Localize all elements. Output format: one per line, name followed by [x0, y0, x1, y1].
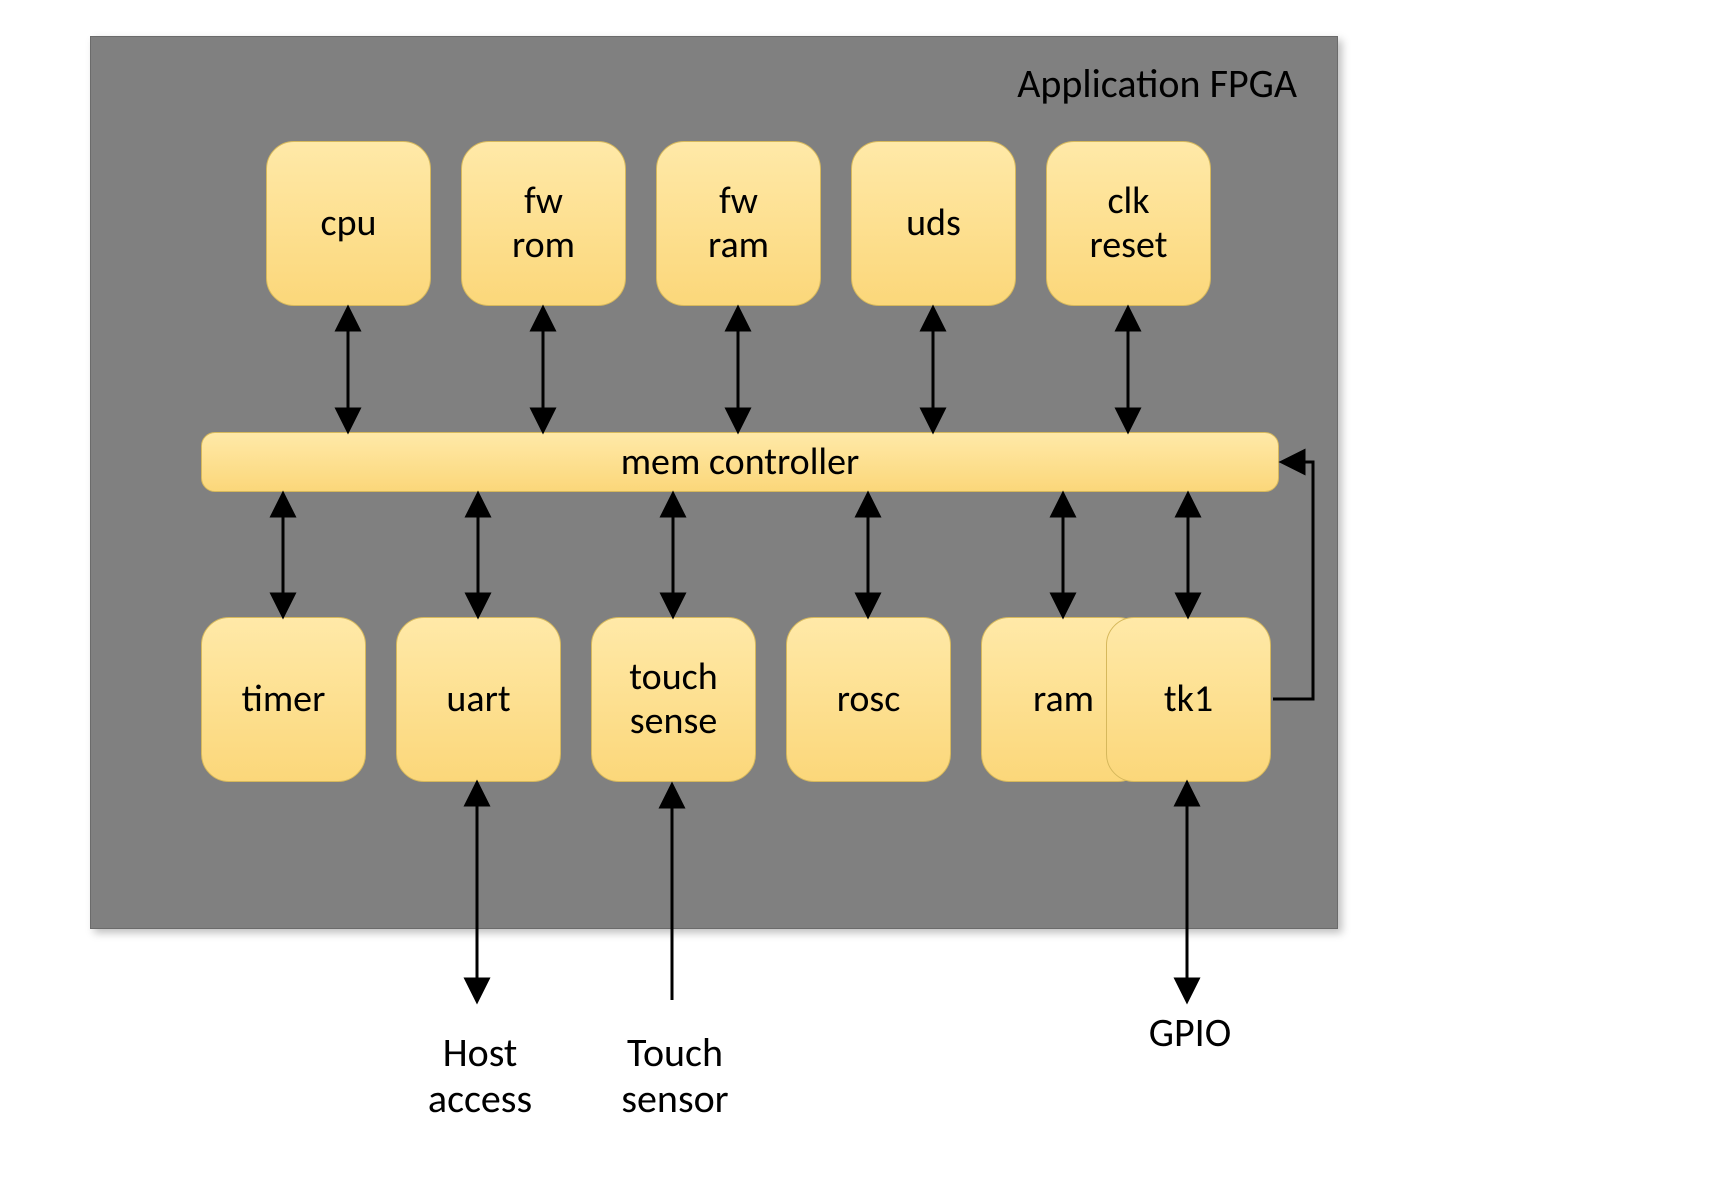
label-touch-sensor: Touchsensor — [605, 1030, 745, 1122]
label-host-access: Hostaccess — [420, 1030, 540, 1122]
external-connectors — [0, 0, 1722, 1190]
label-gpio: GPIO — [1140, 1010, 1240, 1056]
